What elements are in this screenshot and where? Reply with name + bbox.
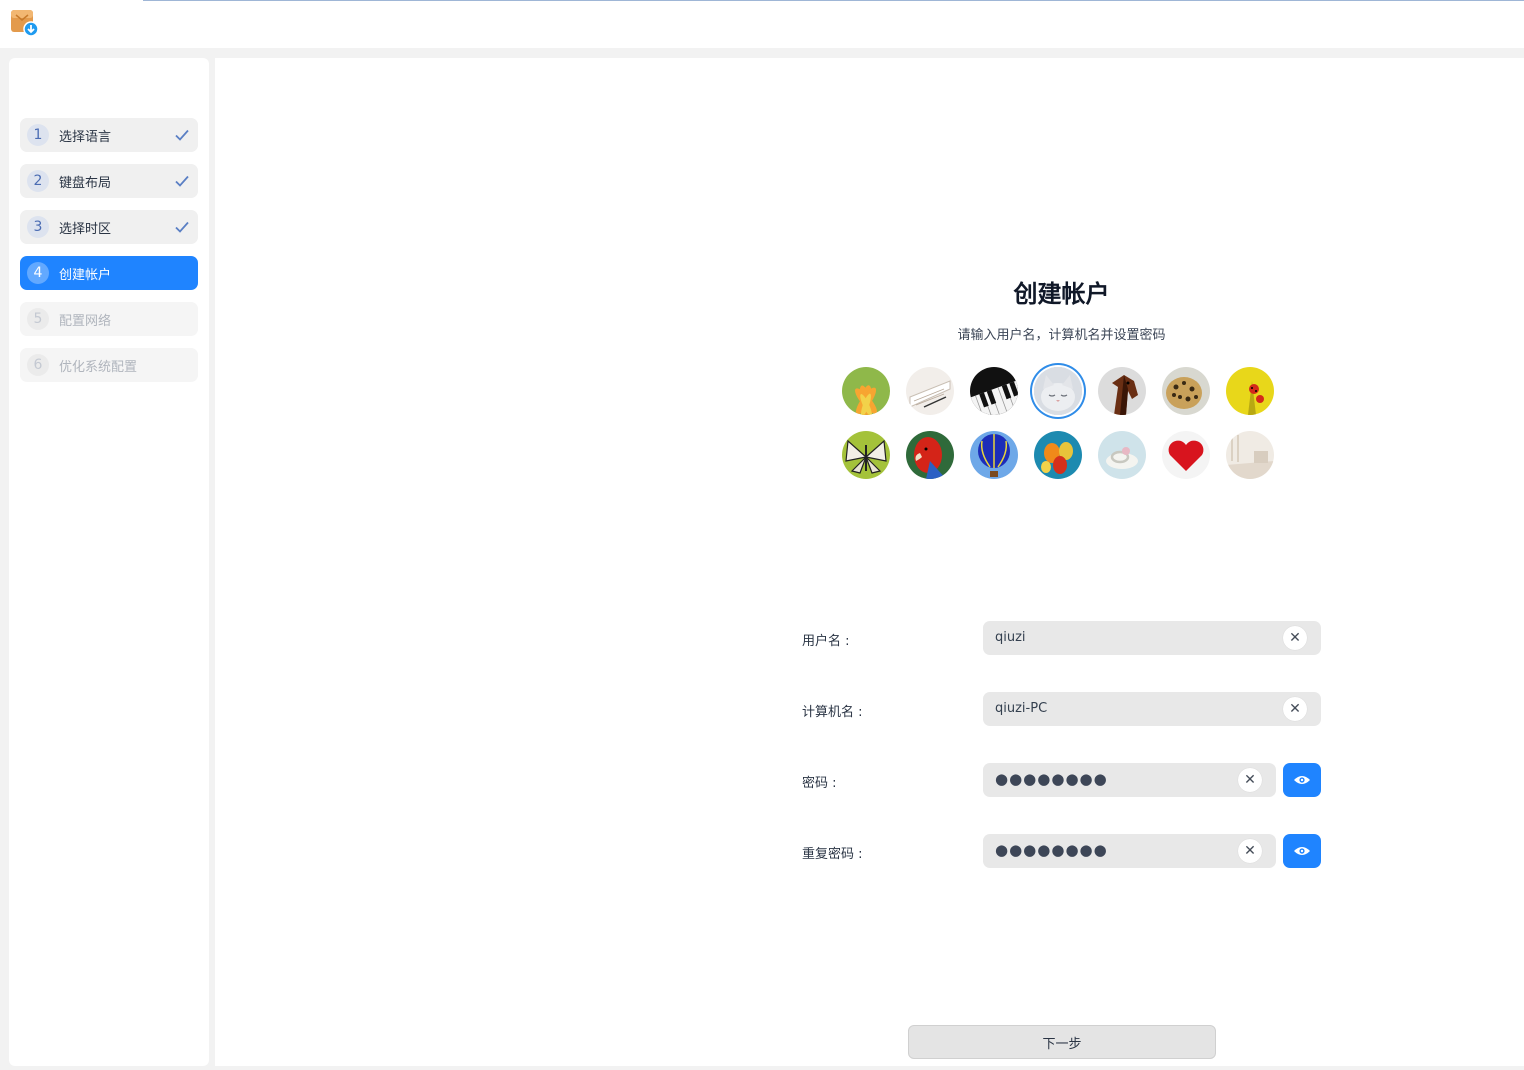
step-label: 创建帐户 — [59, 267, 112, 283]
step-select-language[interactable]: 1 选择语言 — [20, 118, 198, 152]
step-optimize-system: 6 优化系统配置 — [20, 348, 198, 382]
balloons-avatar[interactable] — [1034, 431, 1082, 479]
heart-avatar[interactable] — [1162, 431, 1210, 479]
step-create-account[interactable]: 4 创建帐户 — [20, 256, 198, 290]
clear-icon[interactable]: ✕ — [1283, 697, 1307, 721]
clear-icon[interactable]: ✕ — [1238, 839, 1262, 863]
step-configure-network: 5 配置网络 — [20, 302, 198, 336]
show-repeat-password-button[interactable] — [1283, 834, 1321, 868]
username-field[interactable]: qiuzi ✕ — [983, 621, 1321, 655]
show-password-button[interactable] — [1283, 763, 1321, 797]
main-panel: 创建帐户 请输入用户名，计算机名并设置密码 用户名: qiuzi ✕ 计算机名… — [215, 58, 1524, 1066]
flower-avatar[interactable] — [842, 367, 890, 415]
piano-avatar[interactable] — [970, 367, 1018, 415]
page-subtitle: 请输入用户名，计算机名并设置密码 — [957, 328, 1166, 343]
check-icon — [175, 175, 189, 187]
check-icon — [175, 129, 189, 141]
step-label: 选择语言 — [59, 129, 112, 145]
ring-avatar[interactable] — [1098, 431, 1146, 479]
step-label: 键盘布局 — [59, 175, 112, 191]
ladybug-avatar[interactable] — [1226, 367, 1274, 415]
notebook-avatar[interactable] — [906, 367, 954, 415]
horse-avatar[interactable] — [1098, 367, 1146, 415]
title-bar — [0, 0, 1524, 48]
installer-box-icon — [10, 9, 39, 37]
clear-icon[interactable]: ✕ — [1283, 626, 1307, 650]
step-number: 5 — [27, 308, 49, 330]
butterfly-avatar[interactable] — [842, 431, 890, 479]
hostname-field[interactable]: qiuzi-PC ✕ — [983, 692, 1321, 726]
step-number: 4 — [27, 262, 49, 284]
username-label: 用户名 : — [802, 634, 850, 649]
step-number: 1 — [27, 124, 49, 146]
progress-line — [143, 0, 1524, 1]
step-number: 3 — [27, 216, 49, 238]
hostname-value: qiuzi-PC — [995, 701, 1048, 716]
step-keyboard-layout[interactable]: 2 键盘布局 — [20, 164, 198, 198]
leopard-avatar[interactable] — [1162, 367, 1210, 415]
step-label: 配置网络 — [59, 313, 112, 329]
step-label: 优化系统配置 — [59, 359, 138, 375]
step-label: 选择时区 — [59, 221, 112, 237]
balloon-avatar[interactable] — [970, 431, 1018, 479]
password-mask: ●●●●●●●● — [995, 770, 1108, 788]
kitten-avatar[interactable] — [1034, 367, 1082, 415]
check-icon — [175, 221, 189, 233]
step-select-timezone[interactable]: 3 选择时区 — [20, 210, 198, 244]
clear-icon[interactable]: ✕ — [1238, 768, 1262, 792]
password-field[interactable]: ●●●●●●●● ✕ — [983, 763, 1276, 797]
eye-icon — [1294, 847, 1310, 855]
hostname-label: 计算机名 : — [802, 705, 863, 720]
room-avatar[interactable] — [1226, 431, 1274, 479]
page-title: 创建帐户 — [1013, 280, 1110, 308]
eye-icon — [1294, 776, 1310, 784]
parrot-avatar[interactable] — [906, 431, 954, 479]
password-label: 密码 : — [802, 776, 837, 791]
step-number: 2 — [27, 170, 49, 192]
step-number: 6 — [27, 354, 49, 376]
username-value: qiuzi — [995, 630, 1026, 645]
next-button[interactable]: 下一步 — [908, 1025, 1216, 1059]
steps-sidebar: 1 选择语言 2 键盘布局 3 选择时区 4 创建帐户 5 配置网络 6 优化系… — [9, 58, 209, 1066]
repeat-password-label: 重复密码 : — [802, 847, 863, 862]
repeat-password-field[interactable]: ●●●●●●●● ✕ — [983, 834, 1276, 868]
repeat-password-mask: ●●●●●●●● — [995, 841, 1108, 859]
